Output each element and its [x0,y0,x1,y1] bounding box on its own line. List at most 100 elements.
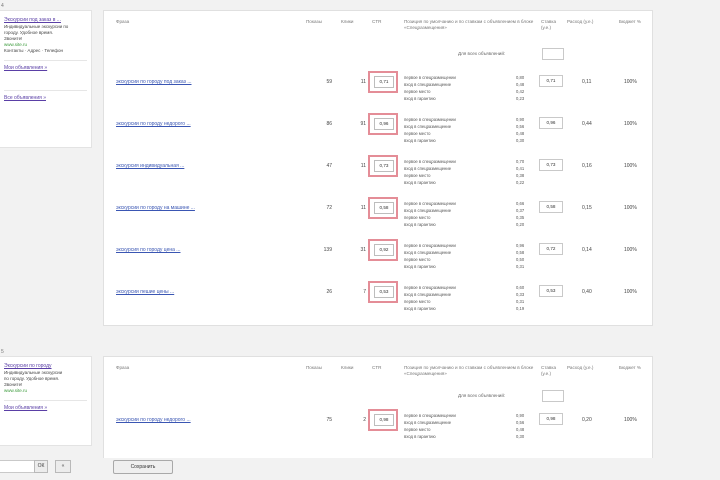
keyword-link[interactable]: экскурсии по городу недорого ... [116,417,191,423]
position-labels: первое в спецразмещении вход в спецразмещ… [404,284,456,312]
position-label: первое в спецразмещении [404,117,456,122]
ctr-bid-highlight: 0,53 [368,281,398,303]
position-labels: первое в спецразмещении вход в спецразмещ… [404,74,456,102]
clicks-value: 11 [360,163,366,169]
ad-title-link[interactable]: Экскурсии под заказ в ... [4,17,87,24]
position-label: первое в спецразмещении [404,243,456,248]
budget-pct-value: 100% [624,163,637,169]
position-label: первое в спецразмещении [404,413,456,418]
table-row: экскурсии пешие цены ... 26 7 0,53 первое в … [104,279,652,321]
keyword-link[interactable]: экскурсии по городу под заказ ... [116,79,192,85]
table-row: экскурсии по городу на машине ... 72 11 0,5… [104,195,652,237]
table-row: экскурсия по городу цена ... 139 31 0,92 пер… [104,237,652,279]
my-ads-link[interactable]: Мои объявления » [4,405,87,412]
position-price: 0,90 [516,413,525,418]
bid-input[interactable]: 0,98 [539,413,563,425]
position-price: 0,48 [516,131,525,136]
bulk-bid-input[interactable] [542,48,564,60]
position-label: первое место [404,215,431,220]
col-spend-header: Расход (у.е.) [567,19,594,24]
position-label: первое в спецразмещении [404,159,456,164]
keyword-link[interactable]: экскурсия по городу цена ... [116,247,180,253]
position-label: вход в спецразмещение [404,208,452,213]
position-price: 0,48 [516,82,525,87]
keywords-table-panel: Фраза Показы Клики CTR Позиция по умолча… [103,356,653,460]
position-price: 0,31 [516,264,525,269]
bulk-bid-input[interactable] [542,390,564,402]
section-number: 4 [1,3,4,9]
ctr-bid-input[interactable]: 0,53 [374,286,394,298]
spend-value: 0,20 [582,417,592,423]
position-label: первое место [404,131,431,136]
save-button[interactable]: Сохранить [113,460,173,474]
position-price: 0,23 [516,96,525,101]
prev-page-button[interactable]: « [55,460,71,473]
ctr-bid-highlight: 0,98 [368,409,398,431]
ad-contacts-line: Контакты · Адрес · Телефон [4,48,63,53]
keyword-link[interactable]: экскурсии по городу недорого ... [116,121,191,127]
position-labels: первое в спецразмещении вход в спецразмещ… [404,412,456,440]
position-label: вход в спецразмещение [404,124,452,129]
position-price: 0,58 [516,250,525,255]
bid-input[interactable]: 0,73 [539,159,563,171]
shows-value: 75 [326,417,332,423]
bulk-label: Для всех объявлений: [458,393,506,398]
bid-input[interactable]: 0,53 [539,285,563,297]
position-price: 0,56 [516,124,525,129]
position-label: первое место [404,299,431,304]
ctr-bid-input[interactable]: 0,58 [374,202,394,214]
section-number: 5 [1,349,4,355]
keywords-table-panel: Фраза Показы Клики CTR Позиция по умолча… [103,10,653,326]
col-ctr-header: CTR [372,365,382,370]
position-label: вход в гарантию [404,138,436,143]
bid-input[interactable]: 0,71 [539,75,563,87]
ctr-bid-input[interactable]: 0,92 [374,244,394,256]
position-label: вход в спецразмещение [404,292,452,297]
keyword-link[interactable]: экскурсии пешие цены ... [116,289,174,295]
bid-input[interactable]: 0,96 [539,117,563,129]
ad-title-link[interactable]: Экскурсии по городу [4,363,87,370]
spend-value: 0,15 [582,205,592,211]
shows-value: 86 [326,121,332,127]
position-label: вход в спецразмещение [404,250,452,255]
table-row: экскурсии по городу под заказ ... 59 11 0,7… [104,69,652,111]
ctr-bid-input[interactable]: 0,96 [374,118,394,130]
position-label: первое в спецразмещении [404,201,456,206]
col-shows-header: Показы [306,19,322,24]
position-label: вход в гарантию [404,222,436,227]
position-label: первое место [404,89,431,94]
ctr-bid-highlight: 0,92 [368,239,398,261]
bid-input[interactable]: 0,58 [539,201,563,213]
keyword-link[interactable]: экскурсия индивидуальная ... [116,163,184,169]
position-labels: первое в спецразмещении вход в спецразмещ… [404,200,456,228]
position-price: 0,20 [516,222,525,227]
col-position-header: Позиция по умолчанию и по ставкам с объя… [404,365,534,376]
position-label: первое в спецразмещении [404,285,456,290]
col-clicks-header: Клики [341,19,354,24]
spend-value: 0,16 [582,163,592,169]
keyword-link[interactable]: экскурсии по городу на машине ... [116,205,195,211]
spend-value: 0,14 [582,247,592,253]
bottom-toolbar: ОК « Сохранить [0,458,720,480]
clicks-value: 11 [360,205,366,211]
position-label: вход в спецразмещение [404,82,452,87]
position-label: первое место [404,173,431,178]
page-go-button[interactable]: ОК [34,460,48,473]
position-label: первое в спецразмещении [404,75,456,80]
my-ads-link[interactable]: Мои объявления » [4,65,87,72]
ctr-bid-input[interactable]: 0,73 [374,160,394,172]
position-label: вход в гарантию [404,180,436,185]
bid-input[interactable]: 0,72 [539,243,563,255]
all-ads-link[interactable]: Все объявления » [4,95,87,102]
position-labels: первое в спецразмещении вход в спецразмещ… [404,242,456,270]
position-label: вход в гарантию [404,96,436,101]
ctr-bid-highlight: 0,96 [368,113,398,135]
ctr-bid-input[interactable]: 0,98 [374,414,394,426]
position-price: 0,19 [516,306,525,311]
position-price: 0,50 [516,257,525,262]
position-labels: первое в спецразмещении вход в спецразмещ… [404,158,456,186]
position-price: 0,22 [516,180,525,185]
col-bid-header: Ставка (у.е.) [541,19,557,30]
position-price: 0,48 [516,427,525,432]
ctr-bid-input[interactable]: 0,71 [374,76,394,88]
